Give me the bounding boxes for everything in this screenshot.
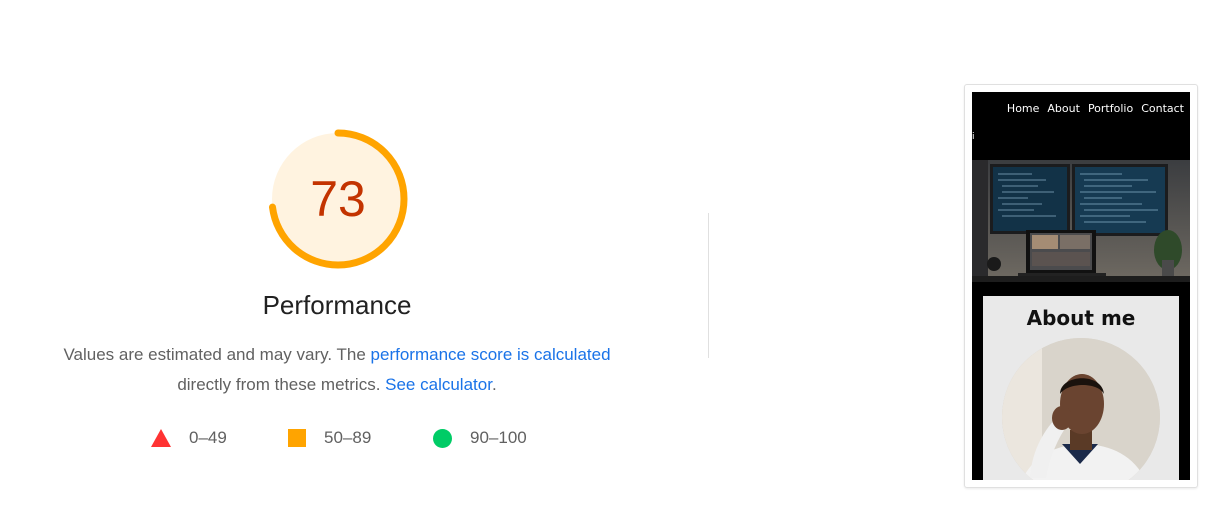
average-square-icon	[288, 429, 306, 447]
performance-score-link[interactable]: performance score is calculated	[371, 345, 611, 364]
site-nav: Home About Portfolio Contact	[1007, 102, 1184, 115]
nav-about: About	[1047, 102, 1080, 115]
legend-label: 90–100	[470, 428, 527, 447]
nav-home: Home	[1006, 102, 1040, 115]
section-divider	[708, 213, 709, 358]
pass-circle-icon	[433, 428, 452, 448]
description-period: .	[491, 375, 497, 394]
category-title: Performance	[262, 290, 412, 320]
profile-photo	[1002, 338, 1160, 480]
fail-triangle-icon	[151, 429, 171, 447]
legend-item-average: 50–89	[288, 428, 371, 448]
page-screenshot: Home About Portfolio Contact i About me	[972, 92, 1190, 480]
about-heading: About me	[1026, 306, 1136, 330]
nav-portfolio: Portfolio	[1087, 102, 1134, 115]
legend-label: 50–89	[324, 428, 372, 447]
score-gauge: 73	[263, 124, 413, 274]
description-text: Values are estimated and may vary. The	[63, 345, 371, 364]
score-description: Values are estimated and may vary. The p…	[37, 340, 637, 400]
description-text-2: directly from these metrics.	[177, 375, 386, 394]
legend-label: 0–49	[189, 428, 227, 447]
person-illustration	[1002, 338, 1160, 480]
final-screenshot-thumbnail[interactable]: Home About Portfolio Contact i About me	[964, 84, 1198, 488]
legend-item-pass: 90–100	[433, 428, 527, 448]
nav-stub: i	[972, 132, 975, 142]
score-value: 73	[310, 171, 366, 227]
desk-photo-illustration	[972, 160, 1190, 282]
hero-image	[972, 160, 1190, 282]
about-section: About me	[983, 296, 1179, 480]
score-legend: 0–49 50–89 90–100	[0, 428, 700, 452]
see-calculator-link[interactable]: See calculator	[385, 375, 492, 394]
legend-item-fail: 0–49	[151, 428, 227, 448]
nav-contact: Contact	[1141, 102, 1184, 115]
